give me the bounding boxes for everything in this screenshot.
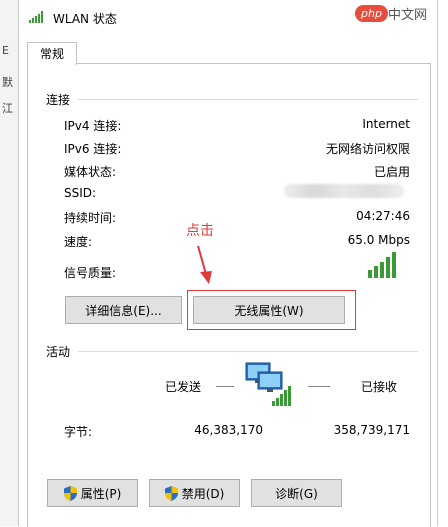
ssid-value-blurred (284, 184, 404, 198)
duration-label: 持续时间: (64, 211, 117, 225)
annotation-arrow-icon (197, 245, 212, 284)
wifi-signal-icon (29, 11, 43, 23)
activity-divider (78, 351, 418, 352)
click-highlight-box (187, 290, 356, 330)
signal-strength-icon (368, 252, 396, 278)
details-button[interactable]: 详细信息(E)... (65, 296, 182, 324)
bytes-sent-value: 46,383,170 (194, 423, 263, 437)
ipv6-value: 无网络访问权限 (325, 142, 410, 156)
ssid-label: SSID: (64, 186, 97, 200)
tab-general[interactable]: 常规 (27, 42, 77, 65)
media-status-value: 已启用 (373, 165, 410, 179)
uac-shield-icon (164, 485, 178, 501)
sent-line (216, 386, 234, 387)
title-bar[interactable]: WLAN 状态 php 中文网 (19, 0, 437, 36)
ipv6-label: IPv6 连接: (64, 142, 122, 156)
click-annotation: 点击 (186, 223, 214, 239)
media-status-label: 媒体状态: (64, 165, 117, 179)
background-mark: 江 (2, 102, 13, 115)
properties-button[interactable]: 属性(P) (47, 479, 138, 507)
network-computers-icon (245, 362, 291, 406)
window-title: WLAN 状态 (53, 12, 117, 26)
watermark-logo: php 中文网 (355, 4, 427, 23)
properties-button-label: 属性(P) (80, 486, 122, 501)
speed-value: 65.0 Mbps (347, 233, 410, 247)
uac-shield-icon (63, 485, 77, 501)
disable-button[interactable]: 禁用(D) (149, 479, 240, 507)
background-mark: E (2, 44, 9, 57)
bytes-label: 字节: (64, 425, 93, 439)
activity-heading: 活动 (46, 345, 71, 359)
received-line (308, 386, 330, 387)
speed-label: 速度: (64, 235, 93, 249)
duration-value: 04:27:46 (356, 209, 410, 223)
watermark-text: 中文网 (387, 8, 427, 23)
sent-label: 已发送 (165, 380, 202, 394)
ipv4-label: IPv4 连接: (64, 119, 122, 133)
wlan-status-dialog: WLAN 状态 php 中文网 常规 连接 IPv4 连接: Internet I… (18, 0, 438, 527)
watermark-badge: php (355, 5, 388, 22)
background-window-strip: E 默 江 (0, 0, 19, 526)
connection-divider (78, 99, 418, 100)
background-mark: 默 (2, 76, 13, 89)
received-label: 已接收 (361, 380, 398, 394)
disable-button-label: 禁用(D) (181, 486, 225, 501)
bytes-received-value: 358,739,171 (333, 423, 410, 437)
signal-quality-label: 信号质量: (64, 266, 117, 280)
connection-heading: 连接 (46, 93, 71, 107)
ipv4-value: Internet (362, 117, 410, 131)
diagnose-button[interactable]: 诊断(G) (251, 479, 342, 507)
